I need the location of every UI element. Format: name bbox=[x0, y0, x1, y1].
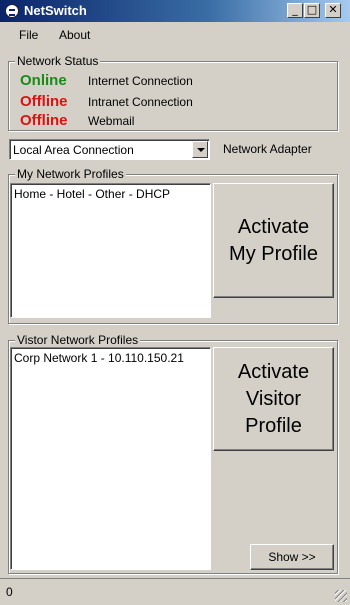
maximize-button[interactable]: □ bbox=[304, 3, 320, 18]
activate-my-profile-button[interactable]: Activate My Profile bbox=[213, 183, 334, 298]
intranet-status: Offline bbox=[20, 93, 68, 110]
menu-bar: File About bbox=[0, 24, 350, 46]
my-profiles-legend: My Network Profiles bbox=[15, 167, 126, 181]
show-button[interactable]: Show >> bbox=[250, 544, 334, 570]
chevron-down-icon[interactable] bbox=[192, 141, 208, 158]
menu-file[interactable]: File bbox=[19, 28, 38, 42]
app-icon bbox=[5, 4, 19, 18]
visitor-profiles-list[interactable]: Corp Network 1 - 10.110.150.21 bbox=[10, 347, 211, 570]
visitor-profiles-legend: Vistor Network Profiles bbox=[15, 333, 141, 347]
minimize-button[interactable]: _ bbox=[287, 3, 303, 18]
menu-about[interactable]: About bbox=[59, 28, 90, 42]
resize-grip-icon[interactable] bbox=[335, 590, 347, 602]
network-status-legend: Network Status bbox=[15, 54, 101, 68]
status-bar: 0 bbox=[0, 578, 350, 605]
close-button[interactable]: ✕ bbox=[325, 3, 341, 18]
internet-connection-label: Internet Connection bbox=[88, 74, 193, 88]
network-adapter-label: Network Adapter bbox=[223, 142, 312, 156]
list-item[interactable]: Home - Hotel - Other - DHCP bbox=[14, 187, 170, 201]
intranet-connection-label: Intranet Connection bbox=[88, 95, 193, 109]
status-text: 0 bbox=[6, 585, 13, 599]
list-item[interactable]: Corp Network 1 - 10.110.150.21 bbox=[14, 351, 184, 365]
window-title: NetSwitch bbox=[24, 3, 87, 18]
adapter-value: Local Area Connection bbox=[13, 143, 134, 157]
webmail-label: Webmail bbox=[88, 114, 135, 128]
network-adapter-select[interactable]: Local Area Connection bbox=[9, 139, 210, 160]
my-profiles-list[interactable]: Home - Hotel - Other - DHCP bbox=[10, 183, 211, 318]
internet-status: Online bbox=[20, 72, 67, 89]
activate-visitor-profile-button[interactable]: Activate Visitor Profile bbox=[213, 347, 334, 451]
title-bar[interactable]: NetSwitch _ □ ✕ bbox=[0, 0, 350, 22]
webmail-status: Offline bbox=[20, 112, 68, 129]
